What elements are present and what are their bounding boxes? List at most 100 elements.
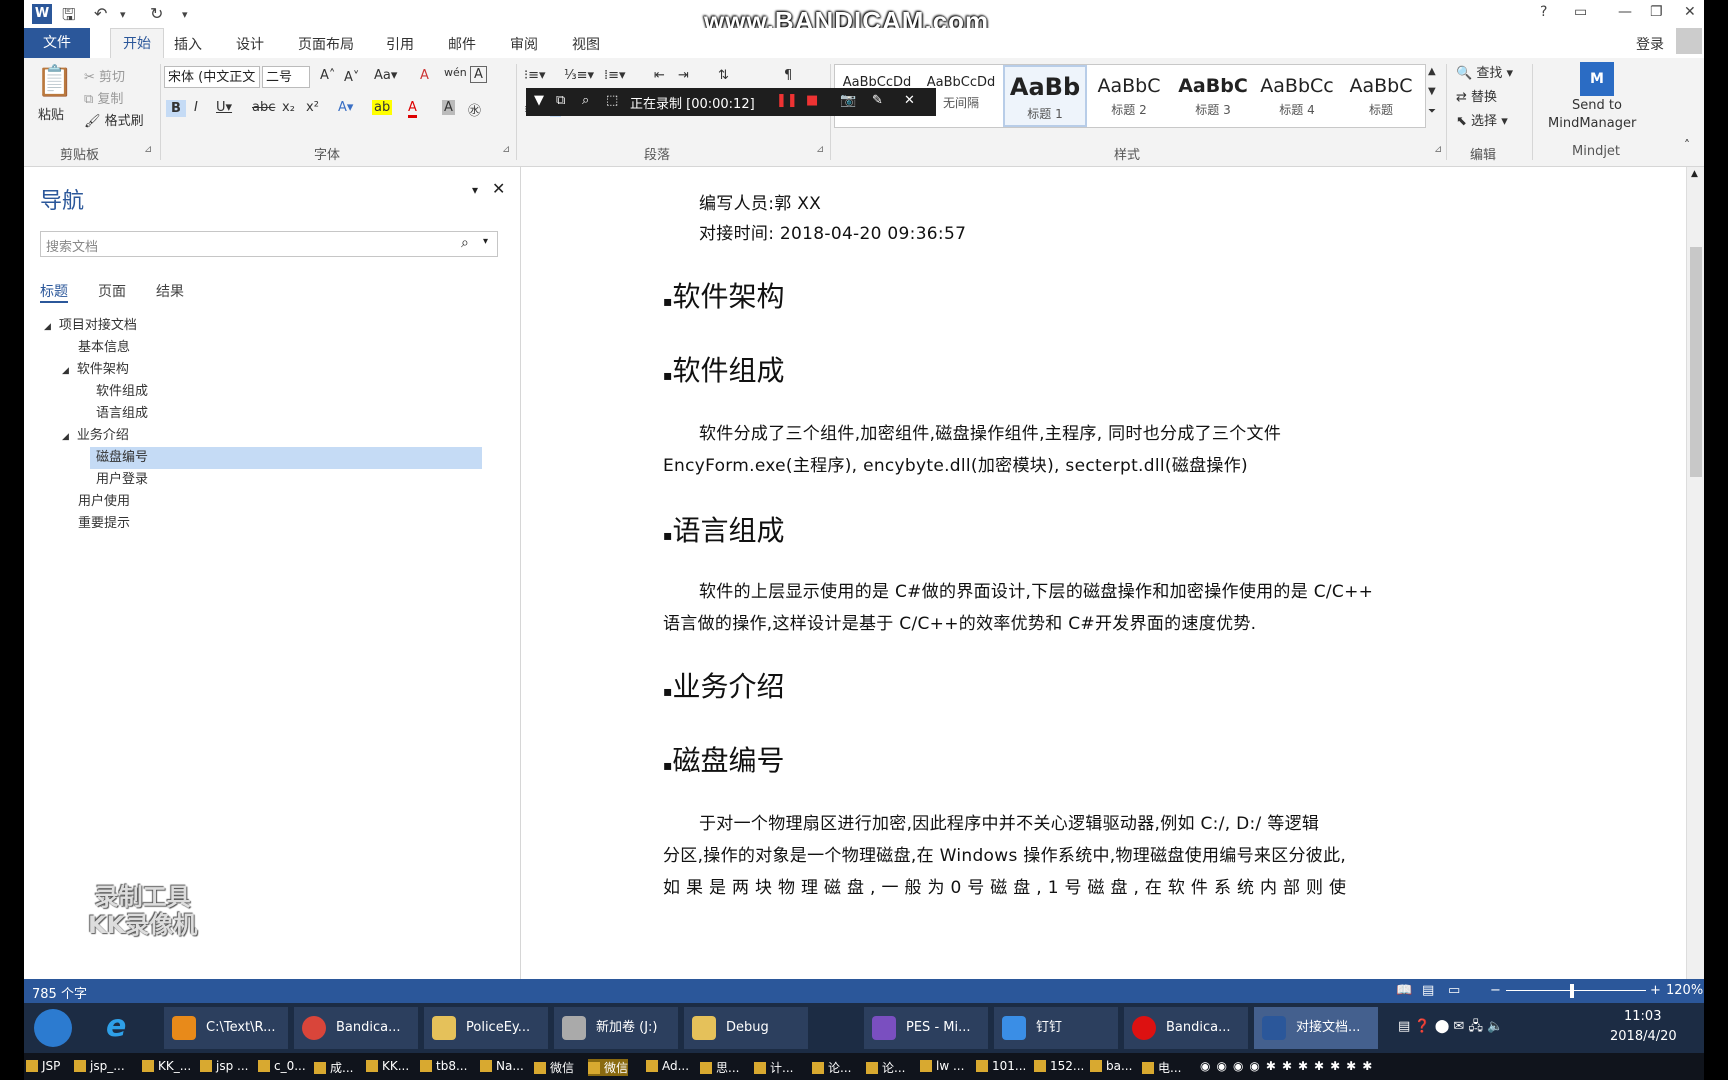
tree-item[interactable]: 语言组成 bbox=[96, 403, 148, 425]
task2-item[interactable]: 152... bbox=[1034, 1059, 1084, 1073]
highlight-icon[interactable]: ab bbox=[372, 100, 393, 115]
send-to-mindmanager-line2[interactable]: MindManager bbox=[1548, 116, 1636, 131]
tab-view[interactable]: 视图 bbox=[572, 34, 600, 54]
task-sublime[interactable]: C:\Text\R... bbox=[164, 1007, 288, 1049]
task2-item[interactable]: 微信 bbox=[534, 1059, 574, 1076]
task2-item[interactable]: ba... bbox=[1090, 1059, 1132, 1073]
select-button[interactable]: ⬉ 选择 ▾ bbox=[1456, 110, 1508, 129]
undo-icon[interactable]: ↶ bbox=[94, 4, 107, 23]
rec-window-icon[interactable]: ⧉ bbox=[556, 93, 565, 108]
vertical-scrollbar[interactable]: ▲ bbox=[1686, 167, 1704, 979]
search-dropdown-icon[interactable]: ▾ bbox=[483, 236, 488, 247]
tree-item[interactable]: 用户登录 bbox=[96, 469, 148, 491]
word-count[interactable]: 785 个字 bbox=[32, 983, 87, 1002]
task-visual-studio[interactable]: PES - Mi... bbox=[864, 1007, 988, 1049]
paragraph-launcher-icon[interactable]: ⊿ bbox=[816, 144, 824, 155]
ie-icon[interactable]: e bbox=[106, 1009, 126, 1044]
format-painter-button[interactable]: 🖌 格式刷 bbox=[84, 110, 144, 129]
start-button[interactable] bbox=[34, 1009, 72, 1047]
scroll-up-icon[interactable]: ▲ bbox=[1691, 169, 1698, 179]
task2-item[interactable]: KK... bbox=[366, 1059, 409, 1073]
strikethrough-button[interactable]: abc bbox=[252, 100, 275, 115]
collapse-icon[interactable]: ◢ bbox=[62, 366, 69, 376]
tab-layout[interactable]: 页面布局 bbox=[298, 34, 354, 54]
style-heading-2[interactable]: AaBbC 标题 2 bbox=[1087, 65, 1171, 127]
close-button[interactable]: ✕ bbox=[1684, 4, 1696, 20]
bullets-icon[interactable]: ⁝≡▾ bbox=[524, 68, 546, 83]
customize-toolbar-icon[interactable]: ▾ bbox=[182, 8, 188, 21]
tab-file[interactable]: 文件 bbox=[24, 28, 90, 58]
styles-scroll-down-icon[interactable]: ▼ bbox=[1428, 86, 1436, 97]
shrink-font-icon[interactable]: A˅ bbox=[344, 70, 359, 85]
paste-button[interactable]: 粘贴 bbox=[38, 104, 64, 123]
clipboard-launcher-icon[interactable]: ⊿ bbox=[144, 144, 152, 155]
tree-item[interactable]: ◢ 项目对接文档 bbox=[44, 315, 137, 337]
tab-design[interactable]: 设计 bbox=[236, 34, 264, 54]
task2-item[interactable]: 101... bbox=[976, 1059, 1026, 1073]
zoom-out-icon[interactable]: − bbox=[1490, 983, 1501, 998]
print-layout-icon[interactable]: ▤ bbox=[1422, 983, 1434, 998]
tray2-icons[interactable]: ◉◉◉◉✱✱✱✱✱✱✱ bbox=[1200, 1059, 1378, 1073]
styles-scroll-up-icon[interactable]: ▲ bbox=[1428, 66, 1436, 77]
nav-tab-headings[interactable]: 标题 bbox=[40, 281, 68, 303]
undo-dropdown-icon[interactable]: ▾ bbox=[120, 8, 126, 21]
task2-item[interactable]: 论... bbox=[812, 1059, 851, 1076]
task2-item[interactable]: 电... bbox=[1142, 1059, 1181, 1076]
char-shading-icon[interactable]: A bbox=[442, 100, 455, 115]
copy-button[interactable]: ⧉ 复制 bbox=[84, 88, 123, 107]
font-launcher-icon[interactable]: ⊿ bbox=[502, 144, 510, 155]
italic-button[interactable]: I bbox=[194, 100, 198, 115]
read-mode-icon[interactable]: 📖 bbox=[1396, 983, 1412, 998]
style-heading-4[interactable]: AaBbCc 标题 4 bbox=[1255, 65, 1339, 127]
find-button[interactable]: 🔍 查找 ▾ bbox=[1456, 62, 1513, 81]
superscript-button[interactable]: x² bbox=[306, 100, 319, 115]
scrollbar-thumb[interactable] bbox=[1690, 247, 1702, 477]
task2-item[interactable]: jsp_... bbox=[74, 1059, 125, 1073]
task2-item[interactable]: 微信 bbox=[588, 1059, 629, 1076]
tree-item[interactable]: 基本信息 bbox=[78, 337, 130, 359]
nav-options-icon[interactable]: ▾ bbox=[472, 183, 478, 197]
task-folder[interactable]: PoliceEy... bbox=[424, 1007, 548, 1049]
tab-home[interactable]: 开始 bbox=[110, 28, 164, 59]
bold-button[interactable]: B bbox=[166, 100, 186, 117]
document-area[interactable]: 编写人员:郭 XX 对接时间: 2018-04-20 09:36:57 ▪软件架… bbox=[521, 167, 1686, 979]
task2-item[interactable]: 计... bbox=[754, 1059, 793, 1076]
rec-pen-icon[interactable]: ✎ bbox=[872, 93, 883, 108]
task2-item[interactable]: tb8... bbox=[420, 1059, 467, 1073]
task2-item[interactable]: KK_... bbox=[142, 1059, 191, 1073]
tree-item[interactable]: 软件组成 bbox=[96, 381, 148, 403]
increase-indent-icon[interactable]: ⇥ bbox=[678, 68, 689, 83]
rec-menu-icon[interactable]: ▼ bbox=[534, 93, 544, 108]
style-heading-1[interactable]: AaBb 标题 1 bbox=[1003, 65, 1087, 127]
show-marks-icon[interactable]: ¶ bbox=[784, 68, 792, 83]
task-debug[interactable]: Debug bbox=[684, 1007, 808, 1049]
restore-button[interactable]: ❐ bbox=[1650, 4, 1663, 20]
phonetic-guide-icon[interactable]: wén bbox=[444, 66, 467, 79]
rec-camera-icon[interactable]: 📷 bbox=[840, 93, 856, 108]
rec-stop-icon[interactable]: ■ bbox=[806, 93, 818, 108]
tree-item[interactable]: ◢ 业务介绍 bbox=[62, 425, 129, 447]
web-layout-icon[interactable]: ▭ bbox=[1448, 983, 1460, 998]
subscript-button[interactable]: x₂ bbox=[282, 100, 295, 115]
task-drive[interactable]: 新加卷 (J:) bbox=[554, 1007, 678, 1049]
help-button[interactable]: ? bbox=[1540, 4, 1547, 20]
collapse-ribbon-icon[interactable]: ˄ bbox=[1684, 138, 1690, 152]
collapse-icon[interactable]: ◢ bbox=[62, 432, 69, 442]
task2-item[interactable]: lw ... bbox=[920, 1059, 964, 1073]
styles-launcher-icon[interactable]: ⊿ bbox=[1434, 144, 1442, 155]
avatar[interactable] bbox=[1676, 28, 1702, 54]
task2-item[interactable]: JSP bbox=[26, 1059, 60, 1073]
ribbon-display-icon[interactable]: ▭ bbox=[1574, 4, 1587, 20]
paste-icon[interactable]: 📋 bbox=[36, 64, 73, 99]
rec-close-icon[interactable]: ✕ bbox=[904, 93, 915, 108]
numbering-icon[interactable]: ⅓≡▾ bbox=[564, 68, 594, 83]
multilevel-list-icon[interactable]: ⁞≡▾ bbox=[604, 68, 626, 83]
nav-search-input[interactable]: 搜索文档 ⌕ ▾ bbox=[40, 231, 498, 257]
tab-mailings[interactable]: 邮件 bbox=[448, 34, 476, 54]
task2-item[interactable]: jsp ... bbox=[200, 1059, 248, 1073]
tab-insert[interactable]: 插入 bbox=[174, 34, 202, 54]
enclosed-char-icon[interactable]: ㊌ bbox=[468, 100, 481, 119]
zoom-level[interactable]: 120% bbox=[1666, 983, 1703, 998]
zoom-in-icon[interactable]: + bbox=[1650, 983, 1661, 998]
tree-item[interactable]: 重要提示 bbox=[78, 513, 130, 535]
